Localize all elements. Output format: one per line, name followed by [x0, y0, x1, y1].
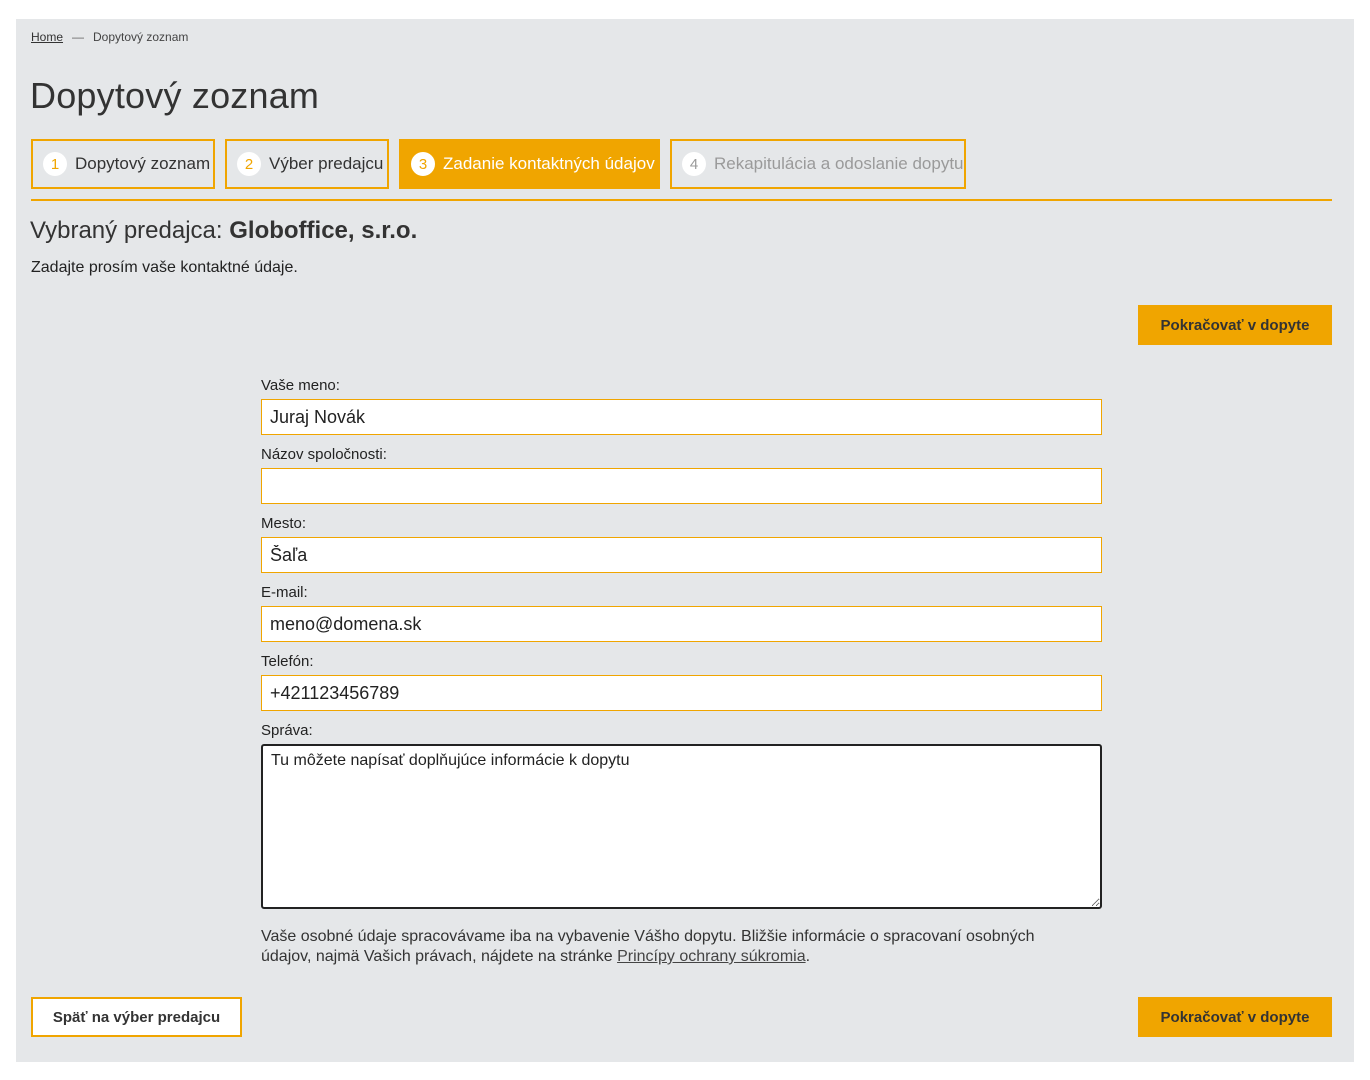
- email-label: E-mail:: [261, 584, 308, 601]
- name-label: Vaše meno:: [261, 377, 340, 394]
- phone-label: Telefón:: [261, 653, 314, 670]
- continue-button-bottom[interactable]: Pokračovať v dopyte: [1138, 997, 1332, 1037]
- breadcrumb-separator: —: [72, 30, 85, 44]
- step-label-4: Rekapitulácia a odoslanie dopytu: [714, 154, 964, 173]
- step-number-3: 3: [411, 152, 435, 176]
- continue-button-top[interactable]: Pokračovať v dopyte: [1138, 305, 1332, 345]
- back-to-vendor-button[interactable]: Späť na výber predajcu: [31, 997, 242, 1037]
- step-tab-1[interactable]: 1 Dopytový zoznam: [31, 139, 215, 189]
- email-input[interactable]: [261, 606, 1102, 642]
- step-label-2: Výber predajcu: [269, 154, 384, 173]
- breadcrumb-current: Dopytový zoznam: [93, 30, 189, 44]
- step-number-4: 4: [682, 152, 706, 176]
- breadcrumb: Home — Dopytový zoznam: [31, 30, 188, 44]
- step-tab-4[interactable]: 4 Rekapitulácia a odoslanie dopytu: [670, 139, 966, 189]
- steps-divider: [31, 199, 1332, 201]
- step-label-1: Dopytový zoznam: [75, 154, 211, 173]
- company-label: Názov spoločnosti:: [261, 446, 387, 463]
- privacy-policy-link[interactable]: Princípy ochrany súkromia: [617, 948, 806, 965]
- company-input[interactable]: [261, 468, 1102, 504]
- vendor-prefix: Vybraný predajca:: [30, 217, 223, 244]
- name-input[interactable]: [261, 399, 1102, 435]
- city-input[interactable]: [261, 537, 1102, 573]
- privacy-notice: Vaše osobné údaje spracovávame iba na vy…: [261, 927, 1081, 967]
- privacy-end: .: [805, 948, 811, 965]
- message-textarea[interactable]: Tu môžete napísať doplňujúce informácie …: [261, 744, 1102, 909]
- main-panel: Home — Dopytový zoznam Dopytový zoznam 1…: [16, 19, 1354, 1062]
- contact-form: Vaše meno: Názov spoločnosti: Mesto: E-m…: [261, 376, 1102, 909]
- phone-input[interactable]: [261, 675, 1102, 711]
- step-tab-3[interactable]: 3 Zadanie kontaktných údajov: [399, 139, 660, 189]
- city-label: Mesto:: [261, 515, 307, 532]
- selected-vendor-heading: Vybraný predajca: Globoffice, s.r.o.: [30, 217, 417, 245]
- breadcrumb-home-link[interactable]: Home: [31, 30, 63, 44]
- step-number-2: 2: [237, 152, 261, 176]
- step-tab-2[interactable]: 2 Výber predajcu: [225, 139, 389, 189]
- vendor-name: Globoffice, s.r.o.: [229, 217, 418, 244]
- message-label: Správa:: [261, 722, 313, 739]
- page-title: Dopytový zoznam: [30, 75, 320, 116]
- step-label-3: Zadanie kontaktných údajov: [443, 154, 655, 173]
- step-number-1: 1: [43, 152, 67, 176]
- intro-text: Zadajte prosím vaše kontaktné údaje.: [31, 259, 298, 276]
